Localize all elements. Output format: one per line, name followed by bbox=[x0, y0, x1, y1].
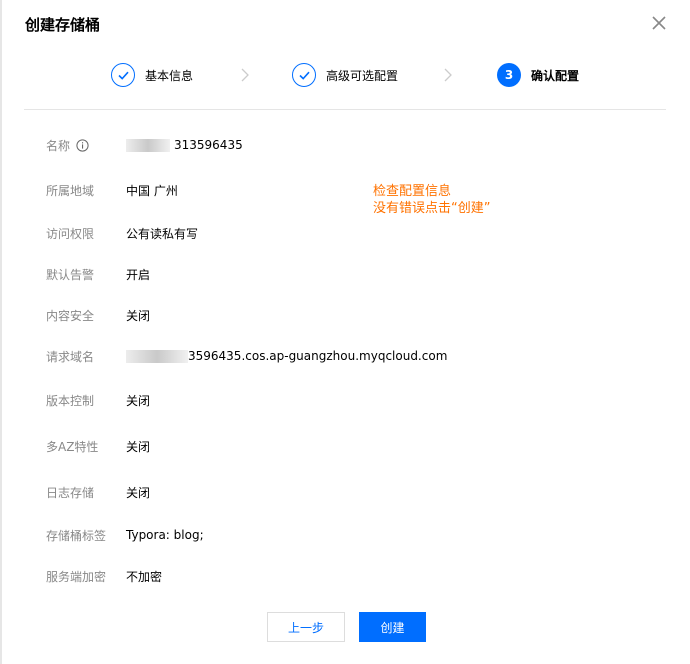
divider bbox=[24, 109, 666, 110]
field-alarm: 默认告警 开启 bbox=[46, 264, 150, 284]
step-label: 确认配置 bbox=[531, 68, 580, 83]
field-value: 中国 广州 bbox=[126, 183, 178, 198]
field-value: 公有读私有写 bbox=[126, 226, 199, 241]
field-value: 不加密 bbox=[126, 569, 163, 584]
field-label: 默认告警 bbox=[46, 267, 95, 282]
create-bucket-dialog: 创建存储桶 基本信息 高级可选配置 3 确认配置 名称 313596435 所属… bbox=[0, 0, 690, 664]
field-label: 内容安全 bbox=[46, 308, 95, 323]
field-access: 访问权限 公有读私有写 bbox=[46, 223, 198, 243]
field-label: 请求域名 bbox=[46, 349, 95, 364]
step-label: 基本信息 bbox=[145, 68, 194, 83]
info-icon[interactable] bbox=[76, 138, 89, 152]
field-value: 关闭 bbox=[126, 439, 151, 454]
chevron-right-icon bbox=[444, 68, 452, 82]
field-label: 服务端加密 bbox=[46, 569, 107, 584]
redacted-mask bbox=[126, 349, 188, 363]
field-encryption: 服务端加密 不加密 bbox=[46, 566, 162, 586]
field-content-security: 内容安全 关闭 bbox=[46, 305, 150, 325]
field-value: Typora: blog; bbox=[126, 528, 204, 542]
field-region: 所属地域 中国 广州 bbox=[46, 180, 178, 200]
previous-step-button[interactable]: 上一步 bbox=[267, 612, 345, 642]
annotation-note: 检查配置信息 没有错误点击“创建” bbox=[373, 183, 490, 217]
field-label: 存储桶标签 bbox=[46, 528, 107, 543]
field-name: 名称 313596435 bbox=[46, 135, 243, 155]
field-value: 关闭 bbox=[126, 393, 151, 408]
check-icon bbox=[111, 63, 135, 87]
field-value: 开启 bbox=[126, 267, 151, 282]
create-button[interactable]: 创建 bbox=[359, 612, 426, 642]
dialog-left-border bbox=[0, 0, 2, 664]
field-versioning: 版本控制 关闭 bbox=[46, 390, 150, 410]
annotation-line: 检查配置信息 bbox=[373, 184, 452, 199]
check-icon bbox=[292, 63, 316, 87]
field-tags: 存储桶标签 Typora: blog; bbox=[46, 525, 204, 545]
field-value: 关闭 bbox=[126, 485, 151, 500]
annotation-line: 没有错误点击“创建” bbox=[373, 201, 491, 216]
step-number: 3 bbox=[497, 63, 521, 87]
field-label: 名称 bbox=[46, 137, 126, 154]
field-label: 多AZ特性 bbox=[46, 439, 99, 454]
field-label: 访问权限 bbox=[46, 226, 95, 241]
step-confirm-config: 3 确认配置 bbox=[497, 61, 579, 89]
chevron-right-icon bbox=[241, 68, 249, 82]
field-label: 所属地域 bbox=[46, 183, 95, 198]
field-value: 3596435.cos.ap-guangzhou.myqcloud.com bbox=[126, 349, 447, 363]
field-logging: 日志存储 关闭 bbox=[46, 482, 150, 502]
field-label: 版本控制 bbox=[46, 393, 95, 408]
step-label: 高级可选配置 bbox=[326, 68, 399, 83]
dialog-title: 创建存储桶 bbox=[25, 16, 101, 34]
field-value: 关闭 bbox=[126, 308, 151, 323]
step-advanced-config: 高级可选配置 bbox=[292, 61, 398, 89]
field-domain: 请求域名 3596435.cos.ap-guangzhou.myqcloud.c… bbox=[46, 346, 447, 366]
step-indicator: 基本信息 高级可选配置 3 确认配置 bbox=[0, 58, 690, 92]
field-label: 日志存储 bbox=[46, 485, 95, 500]
field-multi-az: 多AZ特性 关闭 bbox=[46, 436, 150, 456]
step-basic-info: 基本信息 bbox=[111, 61, 193, 89]
close-icon[interactable] bbox=[650, 14, 668, 32]
field-value: 313596435 bbox=[126, 138, 243, 152]
redacted-mask bbox=[126, 138, 170, 152]
